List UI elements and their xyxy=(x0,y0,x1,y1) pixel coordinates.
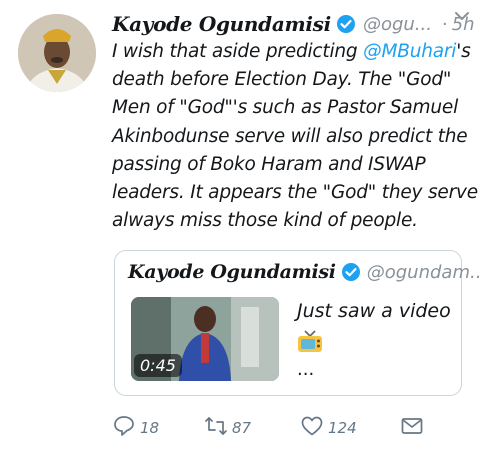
tweet[interactable]: Kayode Ogundamisi @ogu... · 5h I wish th… xyxy=(0,0,480,450)
tweet-text-line: Men of "God"'s such as Pastor Samuel xyxy=(112,97,459,119)
verified-badge-icon xyxy=(336,14,356,34)
retweet-icon xyxy=(204,414,228,442)
quoted-tweet-text: Just saw a video xyxy=(297,300,451,322)
like-count: 124 xyxy=(328,419,357,437)
tweet-text-line: always miss those kind of people. xyxy=(112,210,418,232)
retweet-button[interactable]: 87 xyxy=(204,414,251,442)
avatar[interactable] xyxy=(18,14,96,92)
tweet-text-line: I wish that aside predicting @MBuhari's xyxy=(112,41,471,62)
video-thumbnail[interactable]: 0:45 xyxy=(131,297,279,381)
reply-button[interactable]: 18 xyxy=(112,414,159,442)
tweet-text: I wish that aside predicting @MBuhari's … xyxy=(112,38,478,235)
reply-icon xyxy=(112,414,136,442)
quoted-author-name: Kayode Ogundamisi xyxy=(128,261,336,283)
tweet-text-line: Akinbodunse serve will also predict the xyxy=(112,125,468,147)
video-duration: 0:45 xyxy=(134,354,182,377)
quoted-tweet-card[interactable]: Kayode Ogundamisi @ogundam... 0:45 Just … xyxy=(114,250,480,396)
author-handle[interactable]: @ogu... xyxy=(363,14,432,35)
mention-link[interactable]: @MBuhari xyxy=(363,41,456,62)
quoted-tweet-header: Kayode Ogundamisi @ogundam... xyxy=(128,261,480,283)
quoted-author-handle: @ogundam... xyxy=(366,261,480,283)
retweet-count: 87 xyxy=(232,419,252,437)
verified-badge-icon xyxy=(341,262,361,282)
direct-message-icon xyxy=(400,414,424,442)
like-icon xyxy=(300,414,324,442)
tv-emoji-icon xyxy=(297,329,323,353)
tweet-actions: 18 87 124 xyxy=(112,414,438,442)
tweet-text-line: passing of Boko Haram and ISWAP xyxy=(112,153,426,175)
reply-count: 18 xyxy=(140,419,160,437)
tweet-header: Kayode Ogundamisi @ogu... · 5h xyxy=(112,8,475,40)
separator-dot: · xyxy=(441,13,448,35)
tweet-text-line: leaders. It appears the "God" they serve xyxy=(112,182,478,204)
author-name[interactable]: Kayode Ogundamisi xyxy=(112,12,331,36)
quoted-tweet-ellipsis: ... xyxy=(297,359,315,380)
chevron-down-icon[interactable] xyxy=(452,6,472,26)
tweet-text-line: death before Election Day. The "God" xyxy=(112,69,452,91)
like-button[interactable]: 124 xyxy=(300,414,357,442)
direct-message-button[interactable] xyxy=(400,414,424,442)
